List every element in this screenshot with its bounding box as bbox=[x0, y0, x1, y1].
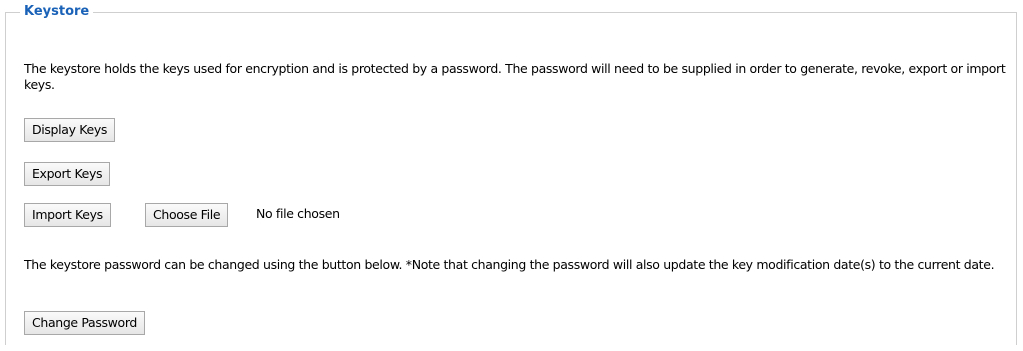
display-keys-button[interactable]: Display Keys bbox=[24, 118, 116, 142]
keystore-legend: Keystore bbox=[20, 3, 94, 20]
change-password-button[interactable]: Change Password bbox=[24, 311, 145, 335]
file-status-label: No file chosen bbox=[256, 206, 340, 221]
import-keys-button[interactable]: Import Keys bbox=[24, 203, 111, 227]
password-change-note: The keystore password can be changed usi… bbox=[24, 257, 995, 272]
choose-file-button[interactable]: Choose File bbox=[145, 203, 229, 227]
export-keys-button[interactable]: Export Keys bbox=[24, 162, 111, 186]
keystore-description: The keystore holds the keys used for enc… bbox=[24, 61, 1006, 92]
